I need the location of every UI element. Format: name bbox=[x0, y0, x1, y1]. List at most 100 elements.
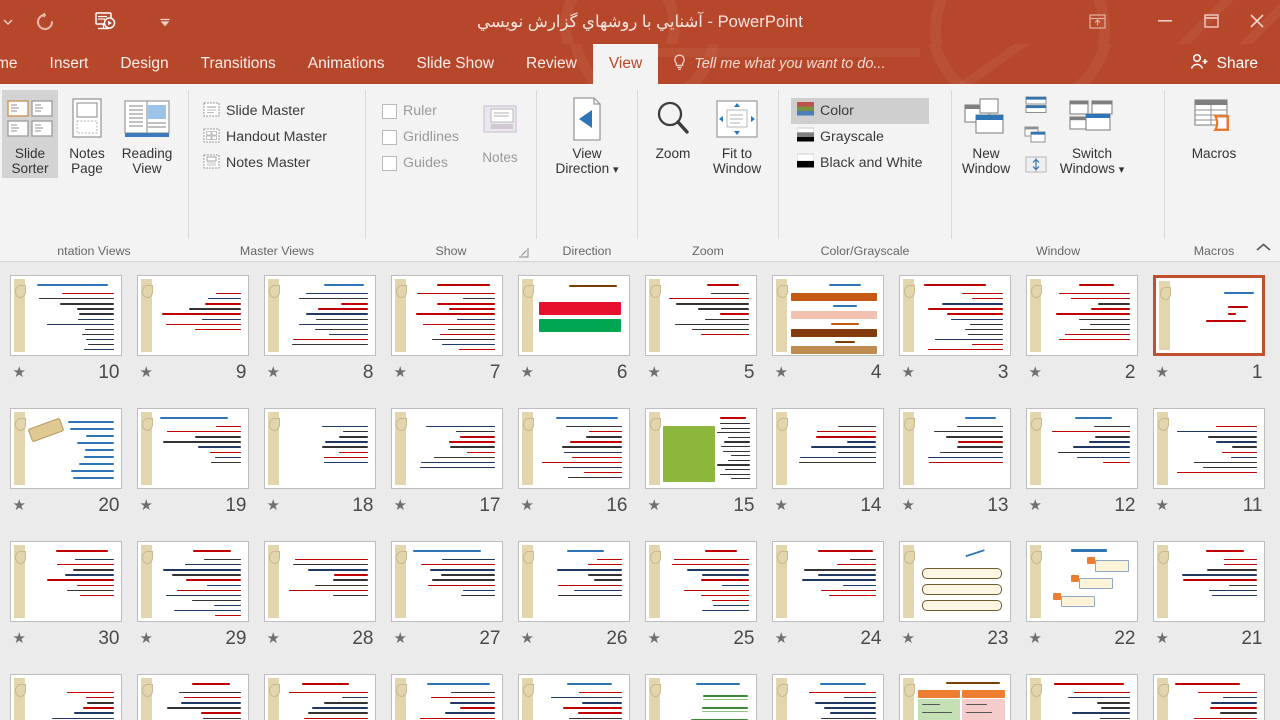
slide-thumbnail[interactable] bbox=[263, 275, 376, 356]
slide-thumbnail-wrapper[interactable] bbox=[517, 407, 631, 490]
minimize-icon[interactable] bbox=[1142, 0, 1188, 42]
slide-thumbnail[interactable] bbox=[263, 674, 376, 720]
slide-thumbnail-wrapper[interactable] bbox=[390, 407, 504, 490]
slide-cell[interactable]: ★31 bbox=[1145, 673, 1272, 720]
slide-cell[interactable]: ★37 bbox=[383, 673, 510, 720]
slide-thumbnail[interactable] bbox=[771, 408, 884, 489]
slide-cell[interactable]: ★ 20 bbox=[2, 407, 129, 540]
slide-thumbnail[interactable] bbox=[390, 541, 503, 622]
slide-cell[interactable]: ★ 19 bbox=[129, 407, 256, 540]
slide-thumbnail[interactable] bbox=[771, 674, 884, 720]
cascade-button[interactable] bbox=[1020, 124, 1052, 151]
ribbon-display-options-icon[interactable] bbox=[1074, 0, 1120, 42]
slide-thumbnail-wrapper[interactable] bbox=[644, 540, 758, 623]
gridlines-checkbox[interactable] bbox=[382, 129, 397, 145]
slide-thumbnail[interactable] bbox=[517, 275, 630, 356]
slide-cell[interactable]: ★ 3 bbox=[891, 274, 1018, 407]
slide-cell[interactable]: ★ 7 bbox=[383, 274, 510, 407]
slide-thumbnail[interactable] bbox=[263, 541, 376, 622]
slide-thumbnail[interactable] bbox=[390, 275, 503, 356]
tab-view[interactable]: View bbox=[592, 44, 659, 84]
window-controls[interactable] bbox=[1074, 0, 1280, 42]
slide-transition-star-icon[interactable]: ★ bbox=[13, 631, 26, 646]
slide-thumbnail[interactable] bbox=[136, 674, 249, 720]
slide-sorter-pane[interactable]: ★ 1 ★ 2 ★ 3 ★ 4 ★ 5 ★ 6 ★ 7 ★ 8 ★ 9 ★ 10 ★ 11 ★ 12 ★ 13 ★ 14 ★ 15 ★ 16 ★… bbox=[0, 262, 1280, 720]
slide-cell[interactable]: ★ 8 bbox=[256, 274, 383, 407]
slide-thumbnail-wrapper[interactable] bbox=[517, 274, 631, 357]
slide-thumbnail[interactable] bbox=[9, 674, 122, 720]
slide-thumbnail[interactable] bbox=[1152, 541, 1265, 622]
slide-cell[interactable]: ★32 bbox=[1018, 673, 1145, 720]
slide-thumbnail-wrapper[interactable] bbox=[1152, 673, 1266, 720]
slide-transition-star-icon[interactable]: ★ bbox=[394, 631, 407, 646]
macros-button[interactable]: Macros bbox=[1177, 90, 1251, 163]
slide-sorter-button[interactable]: Slide Sorter bbox=[2, 90, 58, 178]
tab-transitions[interactable]: Transitions bbox=[185, 44, 292, 84]
slide-thumbnail[interactable] bbox=[1152, 674, 1265, 720]
slide-thumbnail-wrapper[interactable] bbox=[644, 274, 758, 357]
slide-transition-star-icon[interactable]: ★ bbox=[140, 365, 153, 380]
slide-thumbnail-wrapper[interactable] bbox=[136, 274, 250, 357]
slide-transition-star-icon[interactable]: ★ bbox=[1156, 631, 1169, 646]
slide-thumbnail[interactable] bbox=[771, 541, 884, 622]
slide-thumbnail-wrapper[interactable] bbox=[771, 274, 885, 357]
guides-checkbox[interactable] bbox=[382, 155, 397, 171]
slide-thumbnail-wrapper[interactable] bbox=[644, 673, 758, 720]
slide-cell[interactable]: ★ 22 bbox=[1018, 540, 1145, 673]
slide-cell[interactable]: ★ 18 bbox=[256, 407, 383, 540]
slide-thumbnail-wrapper[interactable] bbox=[1152, 274, 1266, 357]
slide-cell[interactable]: ★ 13 bbox=[891, 407, 1018, 540]
slide-thumbnail-wrapper[interactable] bbox=[644, 407, 758, 490]
slide-thumbnail[interactable] bbox=[898, 408, 1011, 489]
slide-thumbnail[interactable] bbox=[136, 275, 249, 356]
slide-thumbnail-wrapper[interactable] bbox=[517, 540, 631, 623]
slide-transition-star-icon[interactable]: ★ bbox=[140, 631, 153, 646]
slide-transition-star-icon[interactable]: ★ bbox=[648, 498, 661, 513]
slide-thumbnail[interactable] bbox=[1025, 275, 1138, 356]
slide-transition-star-icon[interactable]: ★ bbox=[775, 498, 788, 513]
slide-thumbnail-wrapper[interactable] bbox=[9, 274, 123, 357]
slide-cell[interactable]: ★ 6 bbox=[510, 274, 637, 407]
black-and-white-option[interactable]: Black and White bbox=[791, 150, 929, 176]
ruler-checkbox[interactable] bbox=[382, 103, 397, 119]
close-icon[interactable] bbox=[1234, 0, 1280, 42]
slide-transition-star-icon[interactable]: ★ bbox=[521, 365, 534, 380]
ruler-checkbox-row[interactable]: Ruler bbox=[376, 98, 465, 124]
slide-transition-star-icon[interactable]: ★ bbox=[902, 498, 915, 513]
slide-thumbnail-wrapper[interactable] bbox=[136, 407, 250, 490]
slide-thumbnail-wrapper[interactable] bbox=[771, 673, 885, 720]
slide-thumbnail-wrapper[interactable] bbox=[517, 673, 631, 720]
ribbon-tab-bar[interactable]: me Insert Design Transitions Animations … bbox=[0, 44, 1280, 84]
slide-cell[interactable]: ★ 14 bbox=[764, 407, 891, 540]
slide-transition-star-icon[interactable]: ★ bbox=[775, 631, 788, 646]
slide-cell[interactable]: ★ 26 bbox=[510, 540, 637, 673]
slide-thumbnail-wrapper[interactable] bbox=[1152, 540, 1266, 623]
notes-page-button[interactable]: Notes Page bbox=[58, 90, 116, 178]
color-option[interactable]: Color bbox=[791, 98, 929, 124]
slide-thumbnail-wrapper[interactable] bbox=[9, 540, 123, 623]
slide-cell[interactable]: ★ 21 bbox=[1145, 540, 1272, 673]
show-dialog-launcher[interactable] bbox=[518, 246, 530, 258]
slide-transition-star-icon[interactable]: ★ bbox=[1156, 365, 1169, 380]
slide-transition-star-icon[interactable]: ★ bbox=[521, 631, 534, 646]
slide-cell[interactable]: ★ 11 bbox=[1145, 407, 1272, 540]
grayscale-option[interactable]: Grayscale bbox=[791, 124, 929, 150]
slide-thumbnail-wrapper[interactable] bbox=[263, 673, 377, 720]
slide-cell[interactable]: ★ 9 bbox=[129, 274, 256, 407]
slide-transition-star-icon[interactable]: ★ bbox=[140, 498, 153, 513]
slide-cell[interactable]: ★ 16 bbox=[510, 407, 637, 540]
slide-thumbnail[interactable] bbox=[9, 541, 122, 622]
slide-transition-star-icon[interactable]: ★ bbox=[394, 498, 407, 513]
slide-thumbnail-wrapper[interactable] bbox=[898, 274, 1012, 357]
slide-cell[interactable]: ★ 12 bbox=[1018, 407, 1145, 540]
slide-thumbnail[interactable] bbox=[517, 408, 630, 489]
slide-transition-star-icon[interactable]: ★ bbox=[902, 365, 915, 380]
slide-thumbnail[interactable] bbox=[1025, 541, 1138, 622]
switch-windows-button[interactable]: Switch Windows ▾ bbox=[1052, 90, 1132, 180]
slide-thumbnail-wrapper[interactable] bbox=[136, 540, 250, 623]
slide-transition-star-icon[interactable]: ★ bbox=[902, 631, 915, 646]
slide-cell[interactable]: ★ 25 bbox=[637, 540, 764, 673]
slide-cell[interactable]: ★ 28 bbox=[256, 540, 383, 673]
handout-master-button[interactable]: Handout Master bbox=[197, 124, 333, 150]
slide-thumbnail[interactable] bbox=[644, 408, 757, 489]
